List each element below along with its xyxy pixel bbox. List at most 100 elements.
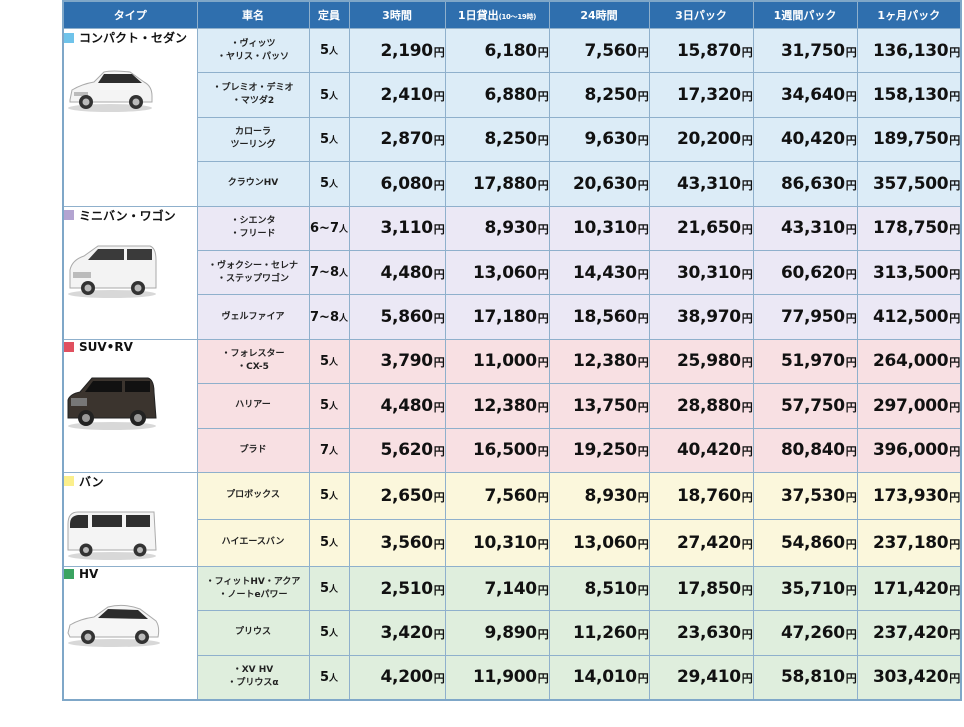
- yen-unit: 円: [741, 267, 753, 281]
- price-value: 173,930: [872, 485, 949, 506]
- yen-unit: 円: [845, 223, 857, 237]
- price-value: 10,310: [472, 532, 537, 553]
- yen-unit: 円: [537, 490, 549, 504]
- price-1-week: 35,710円: [752, 565, 858, 612]
- type-color-swatch: [64, 210, 74, 221]
- price-value: 136,130: [872, 40, 949, 61]
- capacity-value: 5: [319, 353, 330, 369]
- price-1-week: 37,530円: [752, 471, 858, 520]
- price-3-hours: 4,200円: [348, 654, 446, 701]
- yen-unit: 円: [949, 490, 960, 504]
- yen-unit: 円: [845, 400, 857, 414]
- yen-unit: 円: [433, 627, 445, 641]
- capacity-cell: 5人: [308, 116, 350, 163]
- yen-unit: 円: [845, 537, 857, 551]
- car-name-line: ツーリング: [230, 140, 276, 151]
- rate-row: プリウス 5人 3,420円 9,890円 11,260円 23,630円 47,260円 2…: [63, 610, 962, 656]
- price-value: 54,860: [780, 532, 845, 553]
- yen-unit: 円: [741, 672, 753, 686]
- header-1-day: 1日貸出(10〜19時): [444, 0, 550, 29]
- price-1-day: 10,310円: [444, 518, 550, 567]
- rate-row: プラド 7人 5,620円 16,500円 19,250円 40,420円 80,840円 3…: [63, 427, 962, 473]
- rate-row: ヴェルファイア 7~8人 5,860円 17,180円 18,560円 38,970円 77…: [63, 294, 962, 340]
- yen-unit: 円: [845, 445, 857, 459]
- yen-unit: 円: [845, 267, 857, 281]
- price-value: 38,970: [676, 307, 741, 328]
- rate-row: バン プロボックス 5人 2,650円 7,560円 8,930円 18,760円 37,5…: [62, 471, 962, 567]
- price-value: 28,880: [676, 395, 741, 416]
- price-1-month: 297,000円: [856, 383, 962, 429]
- yen-unit: 円: [845, 583, 857, 597]
- yen-unit: 円: [433, 445, 445, 459]
- price-24-hours: 13,060円: [548, 518, 650, 567]
- price-3-hours: 2,410円: [348, 72, 446, 118]
- price-3-hours: 4,480円: [348, 249, 446, 296]
- price-3-hours: 5,620円: [348, 427, 446, 473]
- rate-row: ハイエースバン 5人 3,560円 10,310円 13,060円 27,420円 54,8…: [63, 518, 962, 567]
- capacity-unit: 人: [329, 357, 339, 368]
- yen-unit: 円: [433, 537, 445, 551]
- rate-row: ・ヴォクシー・セレナ ・ステップワゴン 7~8人 4,480円 13,060円 14,43…: [63, 249, 962, 296]
- price-1-day: 17,180円: [444, 294, 550, 340]
- type-color-swatch: [64, 568, 74, 579]
- price-1-week: 57,750円: [752, 383, 858, 429]
- price-value: 11,260: [572, 622, 637, 643]
- type-name: コンパクト・セダン: [79, 31, 188, 45]
- price-3-day: 17,320円: [648, 72, 754, 118]
- type-label: コンパクト・セダン: [64, 29, 197, 46]
- price-1-month: 264,000円: [856, 338, 962, 385]
- header-3-day-pack: 3日パック: [648, 0, 754, 29]
- yen-unit: 円: [949, 672, 960, 686]
- price-3-hours: 2,190円: [348, 27, 446, 74]
- header-type: タイプ: [62, 0, 198, 29]
- capacity-value: 5: [319, 87, 330, 103]
- price-1-day: 6,880円: [444, 72, 550, 118]
- type-cell: コンパクト・セダン: [62, 28, 198, 207]
- yen-unit: 円: [537, 223, 549, 237]
- price-value: 17,320: [676, 85, 741, 106]
- price-1-week: 34,640円: [752, 72, 858, 118]
- car-name-line: ・マツダ2: [231, 96, 275, 107]
- yen-unit: 円: [845, 356, 857, 370]
- capacity-cell: 5人: [308, 518, 350, 567]
- capacity-unit: 人: [338, 224, 348, 235]
- price-3-hours: 3,110円: [348, 205, 446, 251]
- price-24-hours: 11,260円: [548, 610, 650, 656]
- price-value: 18,760: [676, 485, 741, 506]
- price-value: 77,950: [780, 307, 845, 328]
- price-24-hours: 19,250円: [548, 427, 650, 473]
- price-value: 10,310: [572, 218, 637, 239]
- capacity-unit: 人: [329, 492, 339, 503]
- price-1-month: 158,130円: [856, 72, 962, 118]
- car-name-line: プラド: [239, 444, 267, 455]
- price-3-hours: 2,870円: [348, 116, 446, 163]
- price-value: 57,750: [780, 395, 845, 416]
- car-name-cell: カローラ ツーリング: [196, 116, 310, 163]
- yen-unit: 円: [949, 90, 960, 104]
- car-name-line: ・フォレスター: [221, 349, 285, 360]
- price-value: 8,250: [484, 129, 538, 150]
- price-1-month: 313,500円: [856, 249, 962, 296]
- price-1-week: 31,750円: [752, 27, 858, 74]
- price-3-hours: 2,510円: [348, 565, 446, 612]
- yen-unit: 円: [741, 537, 753, 551]
- price-1-week: 43,310円: [752, 205, 858, 251]
- price-1-week: 51,970円: [752, 338, 858, 385]
- capacity-value: 5: [319, 581, 330, 597]
- price-3-day: 15,870円: [648, 27, 754, 74]
- price-1-week: 86,630円: [752, 161, 858, 207]
- capacity-value: 6~7: [310, 220, 339, 236]
- yen-unit: 円: [741, 178, 753, 192]
- car-name-line: ・ノートeパワー: [218, 589, 288, 600]
- price-1-month: 396,000円: [856, 427, 962, 473]
- yen-unit: 円: [537, 312, 549, 326]
- yen-unit: 円: [537, 672, 549, 686]
- price-value: 412,500: [872, 307, 949, 328]
- type-name: バン: [79, 474, 104, 489]
- yen-unit: 円: [741, 400, 753, 414]
- yen-unit: 円: [433, 178, 445, 192]
- price-1-day: 11,000円: [444, 338, 550, 385]
- capacity-unit: 人: [329, 585, 339, 596]
- car-name-cell: ・XV HV ・プリウスα: [196, 654, 310, 701]
- price-1-week: 80,840円: [752, 427, 858, 473]
